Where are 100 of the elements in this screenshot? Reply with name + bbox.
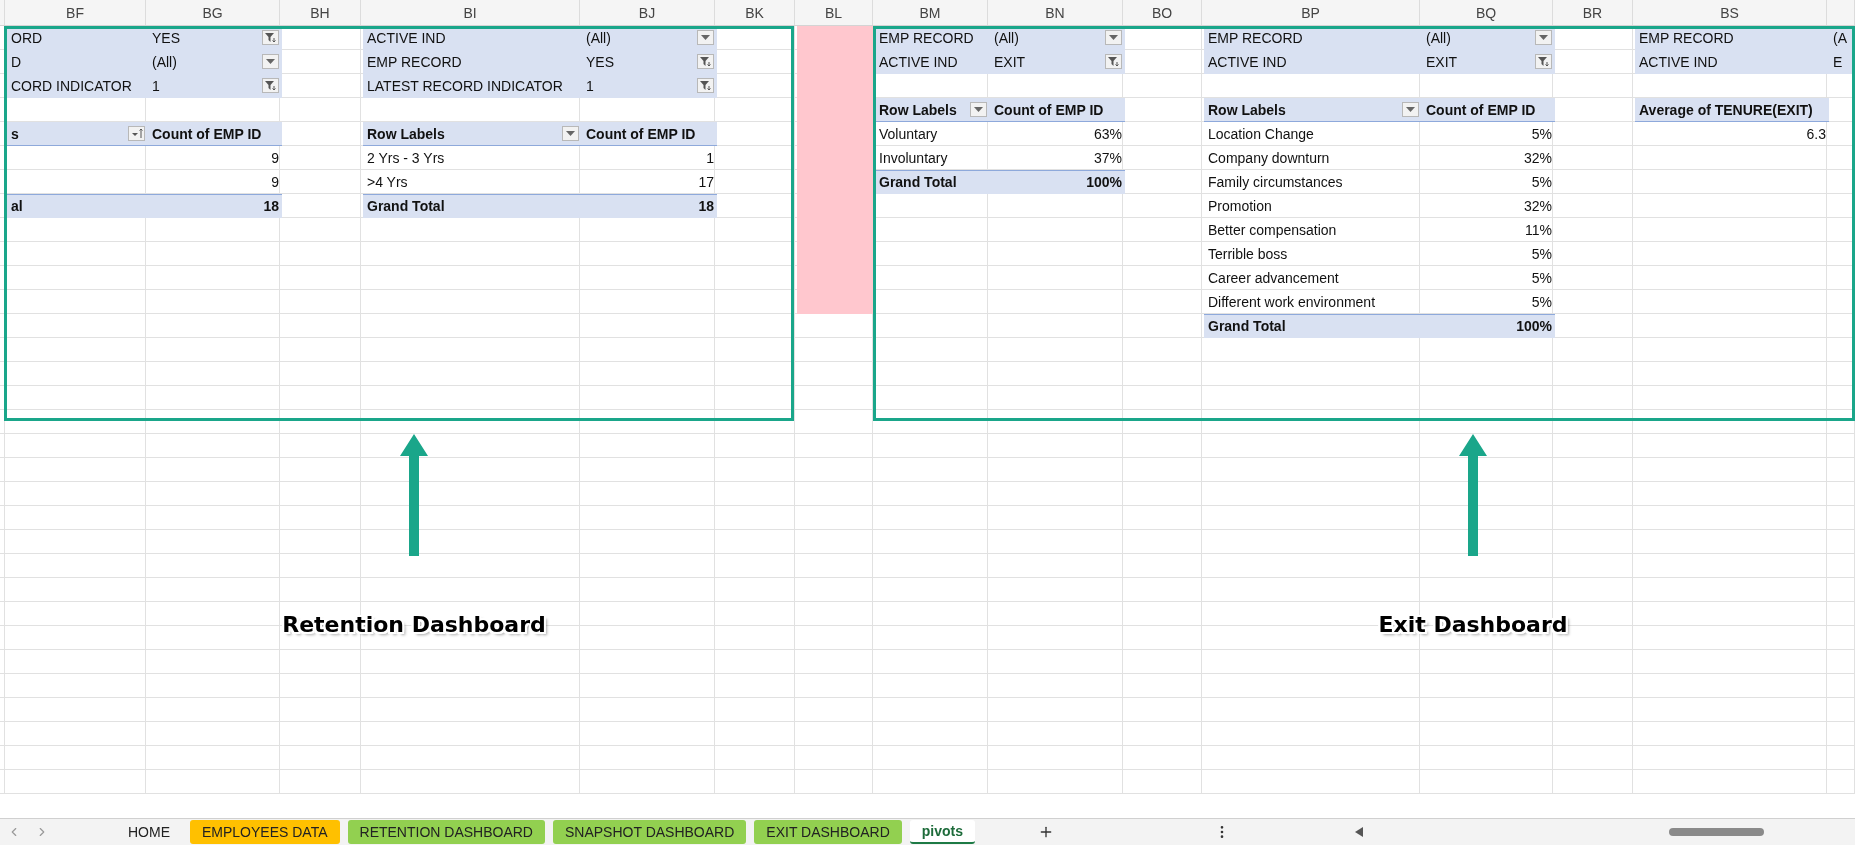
column-letter[interactable]: BR [1582,4,1603,21]
filter-icon [265,80,276,91]
filter-label: CORD INDICATOR [11,77,132,94]
row-label: 2 Yrs - 3 Yrs [367,149,445,166]
filter-label: EMP RECORD [879,29,974,46]
table-value: 9 [271,173,279,190]
row-label: Family circumstances [1208,173,1343,190]
filter-value: YES [152,29,180,46]
filter-label: ACTIVE IND [1639,53,1718,70]
column-letter[interactable]: BQ [1475,4,1497,21]
table-value: 5% [1531,245,1552,262]
total-value: 100% [1516,318,1552,334]
table-value: 5% [1531,125,1552,142]
caret-icon [1109,34,1118,41]
dropdown-button[interactable] [562,126,579,141]
row-label: Company downturn [1208,149,1330,166]
total-label: al [11,198,23,214]
row-label: Career advancement [1208,269,1339,286]
table-value: 5% [1531,293,1552,310]
filter-icon [265,32,276,43]
filter-button[interactable] [262,30,279,45]
filter-value: (All) [152,53,177,70]
filter-button[interactable] [1105,54,1122,69]
column-header: Count of EMP ID [586,125,696,142]
sheet-tab[interactable]: EXIT DASHBOARD [754,820,902,844]
column-header: Row Labels [1208,101,1286,118]
filter-value: EXIT [994,53,1026,70]
dropdown-button[interactable] [1105,30,1122,45]
sort-button[interactable] [128,126,145,141]
dropdown-button[interactable] [1402,102,1419,117]
column-header: Count of EMP ID [152,125,262,142]
filter-button[interactable] [1535,54,1552,69]
filter-button[interactable] [262,78,279,93]
dropdown-button[interactable] [970,102,987,117]
filter-button[interactable] [697,54,714,69]
column-letter[interactable]: BL [824,4,843,21]
column-letter[interactable]: BH [310,4,330,21]
filter-label: ACTIVE IND [879,53,958,70]
total-value: 100% [1086,174,1122,190]
caret-icon [974,106,983,113]
row-label: Location Change [1208,125,1314,142]
row-label: Terrible boss [1208,245,1288,262]
row-label: Better compensation [1208,221,1337,238]
filter-value: (All) [586,29,611,46]
filter-value: (A [1833,29,1847,46]
filter-value: (All) [994,29,1019,46]
filter-icon [1538,56,1549,67]
column-letter[interactable]: BN [1045,4,1065,21]
column-letter[interactable]: BF [66,4,84,21]
caret-icon [566,130,575,137]
column-letter[interactable]: BJ [638,4,656,21]
column-header: Row Labels [367,125,445,142]
table-value: 37% [1093,149,1122,166]
filter-icon [700,56,711,67]
filter-icon [700,80,711,91]
sheet-tab[interactable]: EMPLOYEES DATA [190,820,340,844]
filter-label: EMP RECORD [1208,29,1303,46]
sheet-tab[interactable]: pivots [909,820,975,844]
total-label: Grand Total [879,174,957,190]
row-label: Involuntary [879,149,948,166]
filter-label: D [11,53,22,70]
sheet-tab[interactable]: HOME [116,820,182,844]
filter-value: EXIT [1426,53,1458,70]
table-value: 17 [698,173,714,190]
filter-value: (All) [1426,29,1451,46]
filter-value: 1 [586,77,594,94]
column-letter[interactable]: BG [202,4,223,21]
filter-icon [1108,56,1119,67]
scrollbar-thumb[interactable] [1669,828,1764,836]
column-letter[interactable]: BK [745,4,764,21]
dropdown-button[interactable] [262,54,279,69]
column-letter[interactable]: BP [1301,4,1320,21]
table-value: 11% [1525,221,1552,238]
filter-value: 1 [152,77,160,94]
row-label: >4 Yrs [367,173,408,190]
total-label: Grand Total [1208,318,1286,334]
table-value: 63% [1093,125,1122,142]
caret-icon [1406,106,1415,113]
scroll-left-icon[interactable] [1355,827,1363,837]
sheet-tab[interactable]: SNAPSHOT DASHBOARD [553,820,747,844]
column-letter[interactable]: BM [919,4,941,21]
caret-icon [701,34,710,41]
column-letter[interactable]: BI [463,4,477,21]
row-label: Promotion [1208,197,1272,214]
table-value: 6.3 [1806,125,1826,142]
column-header: Count of EMP ID [994,101,1104,118]
column-letter[interactable]: BS [1720,4,1739,21]
sort-icon [130,128,143,139]
dropdown-button[interactable] [697,30,714,45]
annotation-label: Exit Dashboard [1378,612,1568,637]
caret-icon [266,58,275,65]
sheet-tab[interactable]: RETENTION DASHBOARD [347,820,545,844]
filter-value: E [1833,53,1843,70]
column-letter[interactable]: BO [1151,4,1173,21]
table-value: 1 [706,149,714,166]
filter-value: YES [586,53,614,70]
filter-label: ORD [11,29,43,46]
filter-button[interactable] [697,78,714,93]
annotation-label: Retention Dashboard [282,612,546,637]
dropdown-button[interactable] [1535,30,1552,45]
